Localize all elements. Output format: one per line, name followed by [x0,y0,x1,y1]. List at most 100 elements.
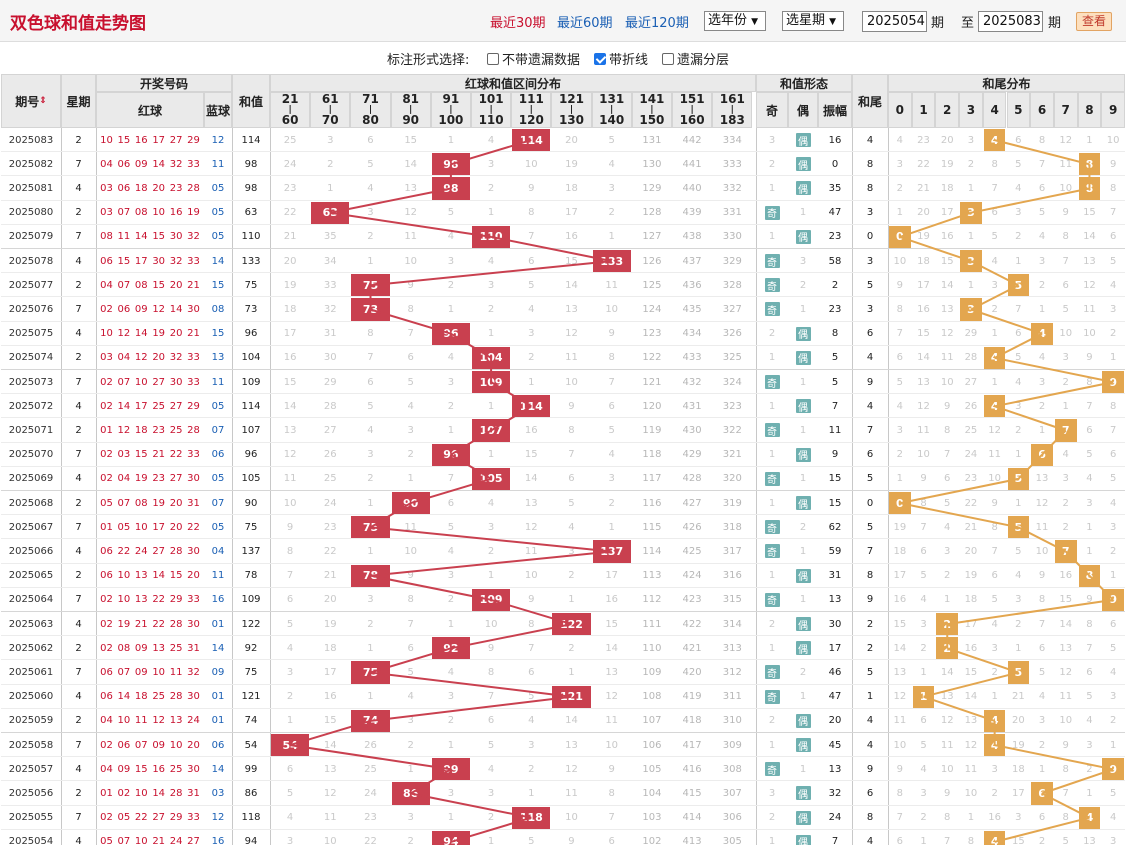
weekday-select[interactable]: 选星期 ▼ [782,11,844,31]
tail-miss-count: 16 [917,303,930,315]
range-miss-count: 4 [487,497,495,509]
red-ball-number: 29 [187,400,200,412]
tail-miss-count: 1 [1086,787,1093,799]
option-with-line[interactable]: 带折线 [594,49,648,68]
span-cell: 0 [831,158,839,170]
from-issue-input[interactable]: 2025054 [862,11,927,32]
span-cell: 5 [831,376,839,388]
tail-miss-count: 7 [991,545,998,557]
range-miss-count: 31 [323,328,337,340]
red-ball-number: 06 [117,158,131,170]
tail-miss-count: 5 [991,231,998,243]
tail-miss-count: 2 [1062,521,1069,533]
tail-miss-count: 10 [940,376,954,388]
tail-miss-count: 11 [1083,303,1096,315]
tail-miss-count: 1 [1015,449,1022,461]
tail-miss-count: 12 [940,328,954,340]
issue-cell: 2025082 [8,158,54,170]
range-miss-count: 2 [528,352,535,364]
range-miss-count: 103 [642,812,662,824]
weekday-cell: 4 [75,182,82,194]
tail-cell: 4 [866,400,874,412]
range-high: 80 [362,113,379,127]
weekday-cell: 4 [75,618,82,630]
red-ball-number: 08 [134,497,148,509]
form-miss-count: 1 [799,376,807,388]
red-ball-number: 20 [169,521,183,533]
issue-cell: 2025062 [8,642,54,654]
weekday-cell: 4 [75,836,82,845]
range-high: 130 [558,113,585,127]
tail-miss-count: 6 [1086,666,1093,678]
tail-miss-count: 4 [920,763,927,775]
form-miss-count: 2 [799,279,807,291]
checkbox[interactable] [487,53,499,65]
query-button[interactable]: 查看 [1076,12,1112,31]
issue-header[interactable]: 期号 ⇕ [1,74,61,128]
red-ball-number: 09 [134,666,148,678]
sum-range-hit: 137 [592,540,631,563]
period-60-link[interactable]: 最近60期 [557,12,613,31]
range-miss-count: 14 [565,715,578,727]
range-miss-count: 1 [447,424,455,436]
tail-miss-count: 19 [964,570,978,582]
tail-miss-count: 8 [1038,134,1046,146]
red-ball-number: 02 [100,642,113,654]
tail-hit: 4 [983,129,1006,152]
option-no-miss[interactable]: 不带遗漏数据 [487,49,580,68]
range-miss-count: 33 [323,279,337,291]
range-miss-count: 6 [447,497,455,509]
tail-cell: 5 [866,473,874,485]
tail-miss-count: 16 [1059,570,1073,582]
tail-miss-count: 5 [920,570,927,582]
tail-miss-count: 3 [1109,521,1117,533]
red-ball-number: 19 [134,473,148,485]
tail-miss-count: 4 [1038,231,1046,243]
form-miss-count: 1 [768,497,776,509]
tail-miss-count: 9 [920,473,927,485]
checkbox-checked[interactable] [594,53,606,65]
red-ball-number: 10 [100,328,113,340]
period-30-link[interactable]: 最近30期 [490,12,546,31]
checkbox[interactable] [662,53,674,65]
tail-miss-count: 13 [1035,473,1049,485]
span-cell: 2 [831,279,839,291]
red-ball-number: 16 [134,134,148,146]
tail-cell: 1 [866,691,874,703]
range-miss-count: 316 [722,570,742,582]
range-miss-count: 2 [528,763,535,775]
range-miss-count: 5 [286,787,294,799]
red-ball-number: 12 [152,303,166,315]
year-select[interactable]: 选年份 ▼ [704,11,766,31]
range-miss-count: 13 [283,424,297,436]
red-ball-number: 06 [117,303,131,315]
blue-ball-number: 05 [211,400,225,412]
period-120-link[interactable]: 最近120期 [625,12,689,31]
range-high: 183 [719,113,745,127]
even-marker: 偶 [795,447,811,462]
tail-miss-count: 1 [1086,545,1093,557]
red-ball-number: 10 [152,207,166,219]
span-cell: 23 [828,231,842,243]
weekday-cell: 4 [75,255,82,267]
red-ball-number: 17 [152,134,166,146]
option-miss-layer[interactable]: 遗漏分层 [662,49,729,68]
even-marker: 偶 [795,834,811,845]
odd-marker: 奇 [764,471,780,486]
range-miss-count: 1 [487,449,495,461]
red-ball-number: 05 [117,812,131,824]
sort-arrows-icon[interactable]: ⇕ [39,96,47,106]
tail-miss-count: 12 [1083,279,1096,291]
range-miss-count: 432 [682,376,702,388]
range-miss-count: 8 [568,424,575,436]
issue-cell: 2025074 [8,352,54,364]
range-miss-count: 1 [568,594,575,606]
red-ball-number: 21 [187,328,200,340]
red-ball-number: 30 [152,255,166,267]
tail-miss-count: 8 [944,812,951,824]
range-miss-count: 13 [524,497,538,509]
tail-miss-count: 7 [1109,424,1117,436]
blue-ball-number: 08 [211,303,225,315]
to-issue-input[interactable]: 2025083 [978,11,1043,32]
range-miss-count: 1 [447,812,455,824]
